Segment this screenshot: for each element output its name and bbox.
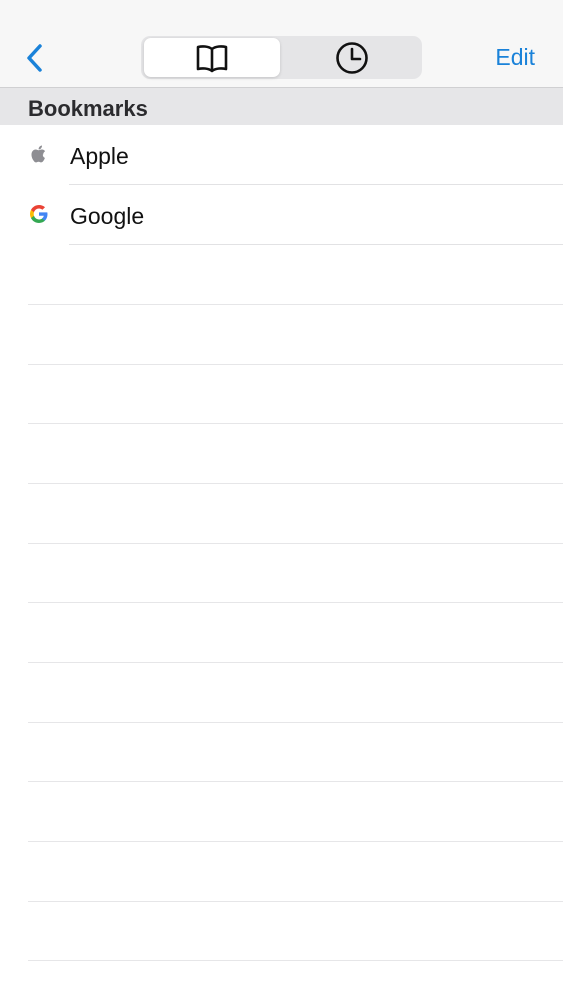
section-header: Bookmarks xyxy=(0,87,563,125)
empty-row-divider xyxy=(28,781,563,782)
bookmarks-segment[interactable] xyxy=(144,38,280,77)
bookmark-label: Google xyxy=(70,203,145,229)
edit-button[interactable]: Edit xyxy=(495,44,535,71)
row-divider xyxy=(69,244,563,245)
bookmark-item-google[interactable]: Google xyxy=(0,185,563,245)
empty-row-divider xyxy=(28,901,563,902)
empty-row-divider xyxy=(28,423,563,424)
empty-row-divider xyxy=(28,364,563,365)
bookmark-list: Apple Google xyxy=(0,125,563,245)
empty-row-divider xyxy=(28,960,563,961)
apple-icon xyxy=(28,143,50,165)
chevron-left-icon xyxy=(27,44,42,72)
back-button[interactable] xyxy=(20,40,50,76)
google-icon xyxy=(28,203,50,225)
history-segment[interactable] xyxy=(284,38,420,77)
book-icon xyxy=(196,44,228,72)
navigation-bar: Edit xyxy=(0,0,563,87)
clock-icon xyxy=(336,41,368,74)
section-title: Bookmarks xyxy=(28,96,148,121)
empty-row-divider xyxy=(28,304,563,305)
empty-row-divider xyxy=(28,543,563,544)
empty-row-divider xyxy=(28,841,563,842)
bookmark-label: Apple xyxy=(70,143,129,169)
empty-row-divider xyxy=(28,662,563,663)
segmented-control xyxy=(141,36,422,79)
empty-row-divider xyxy=(28,722,563,723)
bookmark-item-apple[interactable]: Apple xyxy=(0,125,563,185)
empty-row-divider xyxy=(28,483,563,484)
empty-row-divider xyxy=(28,602,563,603)
